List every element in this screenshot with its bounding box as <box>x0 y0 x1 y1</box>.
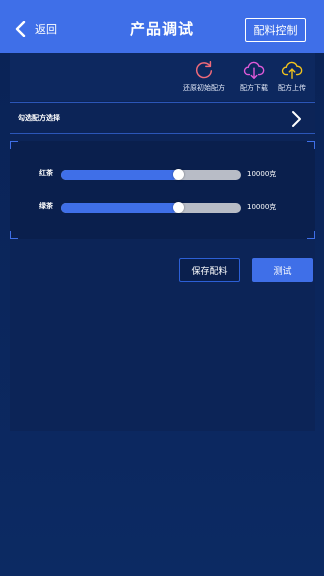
slider-row-black-tea: 红茶 10000克 <box>10 166 315 182</box>
slider-thumb[interactable] <box>173 202 184 213</box>
slider-name: 绿茶 <box>39 202 53 210</box>
slider-name: 红茶 <box>39 169 53 177</box>
app-screen: 返回 产品调试 配料控制 还原初始配方 配方下载 配方上传 勾选配方选择 红茶 … <box>0 0 324 576</box>
amount-slider[interactable] <box>61 169 241 180</box>
upload-recipe-button[interactable]: 配方上传 <box>278 59 306 93</box>
recipe-select-label: 勾选配方选择 <box>18 114 60 122</box>
chevron-right-icon <box>292 111 301 127</box>
slider-value: 10000克 <box>247 203 277 211</box>
download-recipe-button[interactable]: 配方下载 <box>240 59 268 93</box>
frame-corner <box>10 141 18 149</box>
reset-icon <box>196 61 213 79</box>
ingredient-sliders: 红茶 10000克 绿茶 10000克 <box>10 141 315 239</box>
reset-recipe-label: 还原初始配方 <box>183 84 225 92</box>
download-recipe-label: 配方下载 <box>240 84 268 92</box>
cloud-upload-icon <box>281 61 303 79</box>
frame-corner <box>10 231 18 239</box>
recipe-toolbar: 还原初始配方 配方下载 配方上传 <box>10 53 315 101</box>
recipe-select-row[interactable]: 勾选配方选择 <box>10 102 315 134</box>
slider-value: 10000克 <box>247 170 277 178</box>
test-button[interactable]: 测试 <box>252 258 313 282</box>
slider-row-green-tea: 绿茶 10000克 <box>10 199 315 215</box>
frame-corner <box>307 231 315 239</box>
frame-corner <box>307 141 315 149</box>
top-app-bar: 返回 产品调试 配料控制 <box>0 0 324 53</box>
ingredient-control-button[interactable]: 配料控制 <box>245 18 306 42</box>
slider-fill <box>61 170 178 180</box>
save-ingredients-button[interactable]: 保存配料 <box>179 258 240 282</box>
cloud-download-icon <box>243 61 265 79</box>
slider-thumb[interactable] <box>173 169 184 180</box>
reset-recipe-button[interactable]: 还原初始配方 <box>183 59 225 93</box>
slider-fill <box>61 203 178 213</box>
debug-panel: 还原初始配方 配方下载 配方上传 勾选配方选择 红茶 10000克 绿茶 100… <box>10 53 315 431</box>
amount-slider[interactable] <box>61 202 241 213</box>
upload-recipe-label: 配方上传 <box>278 84 306 92</box>
